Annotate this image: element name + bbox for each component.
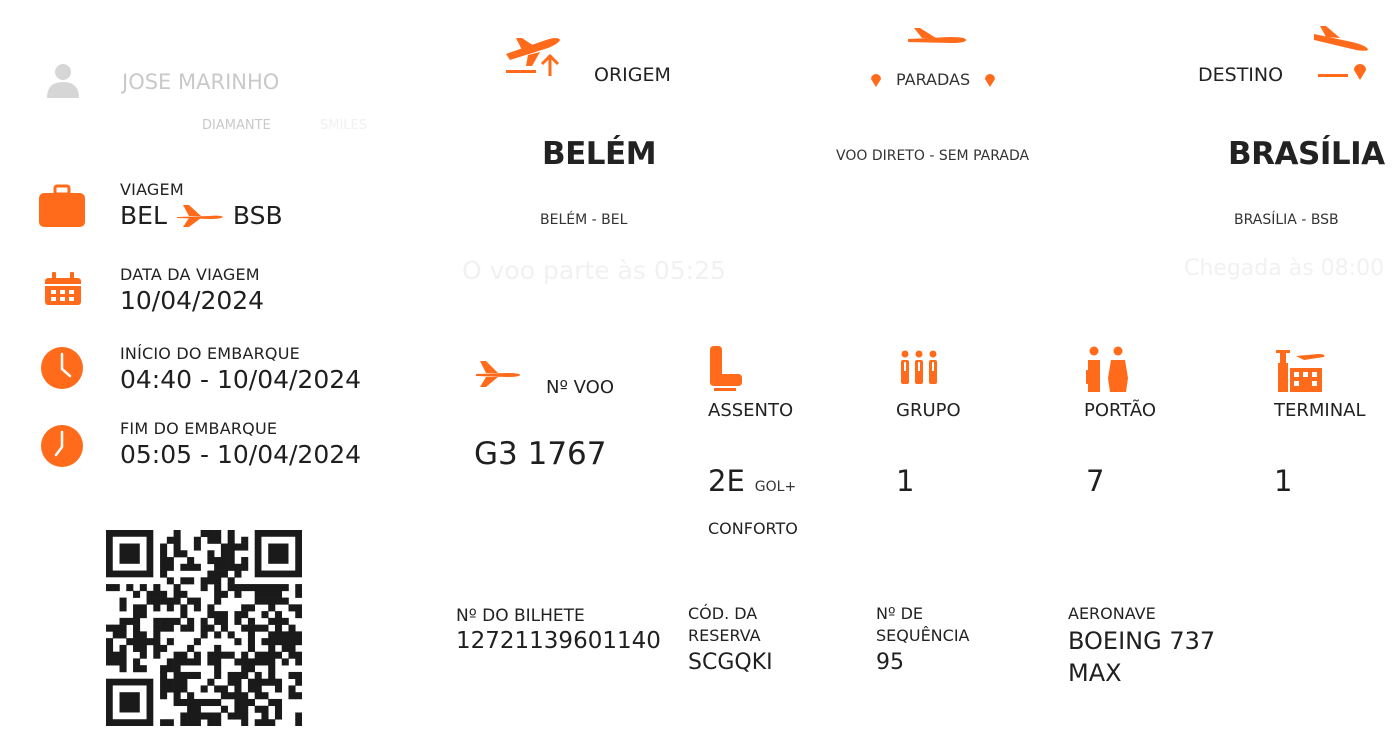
- qr-code-icon: [106, 530, 302, 726]
- sequence-number: 95: [876, 650, 904, 675]
- destination-city: BRASÍLIA: [1228, 136, 1385, 172]
- plane-icon: [474, 360, 522, 388]
- trip-to: BSB: [232, 201, 283, 230]
- pin-icon: [984, 73, 996, 87]
- group-label: GRUPO: [896, 400, 961, 421]
- terminal-icon: [1274, 348, 1326, 392]
- avatar: [44, 62, 82, 100]
- reservation-code: SCGQKI: [688, 650, 773, 675]
- reservation-label-1: CÓD. DA: [688, 604, 758, 623]
- clock-icon: [40, 346, 84, 390]
- seat-class: GOL+: [754, 479, 797, 495]
- briefcase-icon: [38, 184, 86, 228]
- plane-icon: [906, 26, 968, 50]
- passenger-name: JOSE MARINHO: [122, 70, 280, 94]
- trip-label: VIAGEM: [120, 180, 184, 199]
- stops-text: VOO DIRETO - SEM PARADA: [836, 148, 1030, 164]
- origin-label: ORIGEM: [594, 64, 671, 86]
- aircraft-label: AERONAVE: [1068, 604, 1156, 623]
- gate-label: PORTÃO: [1084, 400, 1156, 421]
- plane-takeoff-icon: [502, 26, 568, 78]
- reservation-label-2: RESERVA: [688, 626, 761, 645]
- seat-value: 2E: [708, 464, 745, 498]
- group-icon: [898, 350, 940, 386]
- seat-class-2: CONFORTO: [708, 519, 798, 538]
- destination-airport: BRASÍLIA - BSB: [1234, 212, 1339, 228]
- boarding-start: 04:40 - 10/04/2024: [120, 365, 362, 394]
- plane-icon: [175, 204, 225, 228]
- seat-label: ASSENTO: [708, 400, 794, 421]
- reservation-block: CÓD. DA RESERVA SCGQKI: [688, 604, 773, 677]
- origin-city: BELÉM: [542, 136, 657, 172]
- destination-label: DESTINO: [1198, 64, 1284, 86]
- ticket-label: Nº DO BILHETE: [456, 606, 585, 626]
- flight-number: G3 1767: [474, 436, 607, 472]
- stops-label: PARADAS: [896, 70, 971, 89]
- aircraft-2: MAX: [1068, 659, 1122, 687]
- plane-landing-icon: [1312, 24, 1374, 80]
- people-icon: [1086, 346, 1130, 392]
- stops-row: PARADAS: [870, 70, 996, 89]
- boarding-end: 05:05 - 10/04/2024: [120, 440, 362, 469]
- terminal-value: 1: [1274, 464, 1293, 498]
- sequence-block: Nº DE SEQUÊNCIA 95: [876, 604, 969, 677]
- date-label: DATA DA VIAGEM: [120, 265, 260, 284]
- person-icon: [47, 64, 79, 98]
- boarding-start-label: INÍCIO DO EMBARQUE: [120, 344, 300, 363]
- gate-value: 7: [1086, 464, 1105, 498]
- tier-extra: SMILES: [320, 118, 368, 133]
- departure-note: O voo parte às 05:25: [462, 256, 726, 285]
- seat-icon: [708, 346, 742, 392]
- ticket-number: 12721139601140: [456, 628, 661, 654]
- calendar-icon: [44, 272, 82, 306]
- aircraft-block: AERONAVE BOEING 737 MAX: [1068, 604, 1215, 687]
- arrival-note: Chegada às 08:00: [1184, 256, 1385, 281]
- origin-airport: BELÉM - BEL: [540, 212, 628, 228]
- aircraft-1: BOEING 737: [1068, 627, 1216, 655]
- group-value: 1: [896, 464, 915, 498]
- tier-badge: DIAMANTE: [202, 118, 271, 133]
- terminal-label: TERMINAL: [1274, 400, 1366, 421]
- ticket-block: Nº DO BILHETE 12721139601140: [456, 606, 661, 655]
- clock-icon: [40, 424, 84, 468]
- boarding-end-label: FIM DO EMBARQUE: [120, 419, 278, 438]
- sequence-label-2: SEQUÊNCIA: [876, 626, 970, 645]
- flight-number-label: Nº VOO: [546, 377, 615, 398]
- seat-value-row: 2E GOL+: [708, 464, 796, 498]
- trip-date: 10/04/2024: [120, 286, 265, 315]
- trip-from: BEL: [120, 201, 167, 230]
- trip-route: BEL BSB: [120, 201, 283, 230]
- pin-icon: [870, 73, 882, 87]
- sequence-label-1: Nº DE: [876, 604, 924, 623]
